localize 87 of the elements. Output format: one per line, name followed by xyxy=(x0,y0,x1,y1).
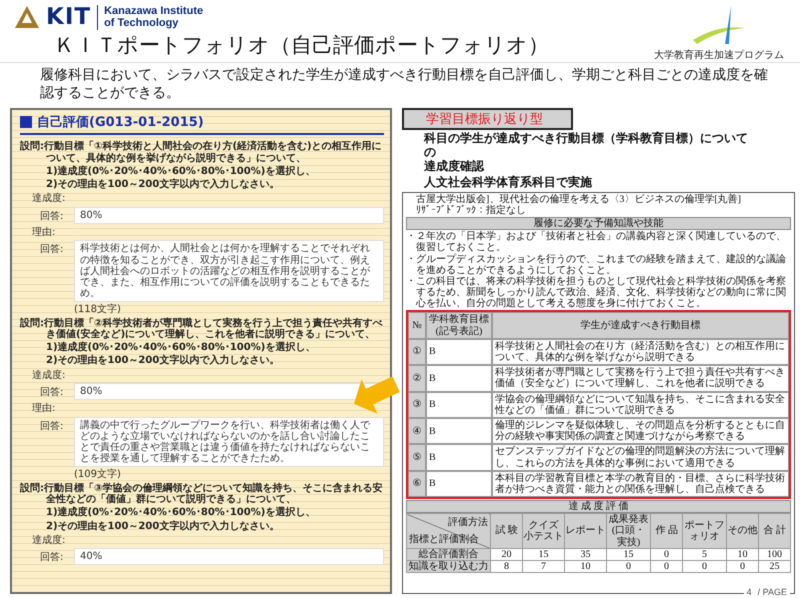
column-header: 作 品 xyxy=(650,514,682,548)
summary-note: 人文社会科学体育系科目で実施 xyxy=(424,176,593,190)
character-count: (109文字) xyxy=(73,469,122,481)
column-header: レポート xyxy=(564,514,606,548)
question-instruction: 1)達成度(0%･20%･40%･60%･80%･100%)を選択し、 xyxy=(45,507,316,518)
reference-text: 古屋大学出版会]、現代社会の倫理を考える〈3〉ビジネスの倫理学[丸善] xyxy=(415,194,742,205)
category-label: 学習目標振り返り型 xyxy=(402,108,573,130)
column-header: ポートフォリオ xyxy=(682,514,726,548)
answer-field[interactable]: 80% xyxy=(74,206,384,224)
column-header: 試 験 xyxy=(490,514,522,548)
corner-header: 評価方法 指標と評価割合 xyxy=(406,514,490,548)
question-instruction: 1)達成度(0%･20%･40%･60%･80%･100%)を選択し、 xyxy=(45,342,316,354)
question-prompt: 設問:行動目標「①科学技術と人間社会の在り方(経済活動を含む)との相互作用について、具体的な例を挙げながら説明できる」について、 xyxy=(20,141,383,164)
table-cell: 本科目の学習教育目標と本学の教育目的・目標、さらに科学技術者が持つべき資質・能力との関係を理解し、自己点検できる xyxy=(492,470,789,498)
column-header: その他 xyxy=(726,514,758,548)
table-cell: B xyxy=(426,418,492,444)
program-logo-text: 大学教育再生加速プログラム xyxy=(654,48,784,62)
table-cell: B xyxy=(426,444,492,471)
summary-text: の xyxy=(424,146,437,160)
row-header: 知識を取り込む力 xyxy=(406,560,490,573)
table-cell: B xyxy=(426,365,492,392)
page-label: / PAGE xyxy=(758,588,787,598)
panel-title: 自己評価(G013-01-2015) xyxy=(37,114,204,132)
table-cell: ④ xyxy=(408,418,426,444)
column-header: № xyxy=(408,312,426,339)
reference-text: ﾘｻﾞｰﾌﾞﾄﾞﾌﾞｯｸ：指定なし xyxy=(415,204,526,216)
question-instruction: 1)達成度(0%･20%･40%･60%･80%･100%)を選択し、 xyxy=(45,166,316,177)
bullet-text: ・グループディスカッションを行うので、これまでの経験を踏まえて、建設的な議論を進めることができるようにしておくこと。 xyxy=(406,254,787,276)
table-cell: 科学技術と人間社会の在り方（経済活動を含む）との相互作用について、具体的な例を挙げながら説明できる xyxy=(492,338,789,366)
summary-text: 達成度確認 xyxy=(424,160,486,174)
column-header: 合 計 xyxy=(758,514,790,548)
table-cell: 10 xyxy=(564,560,606,573)
section-heading: 達 成 度 評 価 xyxy=(406,500,791,514)
table-cell: セブンステップガイドなどの倫理的問題解決の方法について理解し、これらの方法を具体的な事例において適用できる xyxy=(492,444,789,471)
table-cell: 倫理的ジレンマを疑似体験し、その問題点を分析するとともに自分の経験や事実関係の調査と関連づけながら考察できる xyxy=(492,418,789,444)
page-number: 4 xyxy=(746,588,752,598)
square-icon xyxy=(20,116,32,128)
table-cell: B xyxy=(426,470,492,498)
emblem-icon xyxy=(14,5,40,30)
table-cell: 15 xyxy=(606,548,650,560)
answer-label: 回答: xyxy=(40,551,64,564)
table-cell: 0 xyxy=(606,560,650,573)
table-cell: 科学技術者が専門職として実務を行う上で担う責任や共有すべき価値（安全など）について理解し、これを他者に説明できる xyxy=(492,365,789,392)
question-prompt: 設問:行動目標「③学協会の倫理綱領などについて知識を持ち、そこに含まれる安全性などの「価値」群について説明できる」について、 xyxy=(20,482,384,506)
table-cell: ⑥ xyxy=(408,470,426,498)
row-header: 総合評価割合 xyxy=(406,548,490,560)
bullet-text: ・２年次の「日本学」および「技術者と社会」の講義内容と深く関連しているので、復習しておくこと。 xyxy=(406,231,787,254)
table-cell: B xyxy=(426,338,492,366)
column-header: 学生が達成すべき行動目標 xyxy=(492,312,789,339)
slide-title: ＫＩＴポートフォリオ（自己評価ポートフォリオ） xyxy=(54,32,550,59)
field-label: 理由: xyxy=(31,226,56,238)
column-header: 成果発表 (口頭・実技) xyxy=(606,514,650,548)
answer-label: 回答: xyxy=(40,210,64,223)
table-cell: 学協会の倫理綱領などについて知識を持ち、そこに含まれる安全性などの「価値」群について説明できる xyxy=(492,392,789,418)
answer-field[interactable]: 80% xyxy=(74,383,384,400)
question-instruction: 2)その理由を100～200文字以内で入力しなさい。 xyxy=(45,520,280,532)
logo-wordmark: KIT xyxy=(46,6,92,29)
answer-label: 回答: xyxy=(40,420,64,433)
field-label: 達成度: xyxy=(31,534,66,546)
table-cell: 5 xyxy=(682,548,726,560)
answer-label: 回答: xyxy=(40,243,64,256)
column-header: 学科教育目標 (記号表記) xyxy=(426,312,492,339)
table-cell: 0 xyxy=(682,560,726,573)
answer-field[interactable]: 40% xyxy=(74,548,384,566)
table-cell: ② xyxy=(408,365,426,392)
character-count: (118文字) xyxy=(73,304,122,316)
slide-description: 履修科目において、シラバスで設定された学生が達成すべき行動目標を自己評価し、学期ごと科目ごとの達成度を確認することができる。 xyxy=(39,66,769,104)
field-label: 達成度: xyxy=(31,193,66,205)
bullet-text: ・この科目では、将来の科学技術を担うものとして現代社会と科学技術の関係を考察するため、新聞をしっかり読んで政治、経済、文化、科学技術などの動向に常に関心を払い、自分の問題として考える態度を身に付けておくこと。 xyxy=(406,276,787,310)
answer-field[interactable]: 講義の中で行ったグループワークを行い、科学技術者は働く人でどのような立場でいなければならないのかを話し合い討論したことで責任の重さや営業職とは違う価値を持たなければならないことを授業を通して理解することができたため。 xyxy=(74,416,384,468)
field-label: 達成度: xyxy=(31,370,66,381)
question-prompt: 設問:行動目標「②科学技術者が専門職として実務を行う上で担う責任や共有すべき価値(安全など)について理解し、これを他者に説明できる」について、 xyxy=(20,318,384,340)
logo-name: of Technology xyxy=(104,17,180,30)
table-cell: ⑤ xyxy=(408,444,426,471)
summary-text: 科目の学生が達成すべき行動目標（学科教育目標）について xyxy=(424,132,749,146)
table-cell: 7 xyxy=(522,560,564,573)
answer-label: 回答: xyxy=(40,386,64,399)
table-cell: ③ xyxy=(408,392,426,418)
table-cell: ① xyxy=(408,338,426,366)
table-cell: B xyxy=(426,392,492,418)
answer-field[interactable]: 科学技術とは何か、人間社会とは何かを理解することでそれぞれの特徴を知ることができ、双方が引き起こす作用について、例えば人間社会へのロボットの活躍などの相互作用を説明することができ、また、相互作用についての評価を説明することもできるため。 xyxy=(74,240,384,302)
logo-name: Kanazawa Institute xyxy=(104,4,204,18)
field-label: 理由: xyxy=(31,403,56,415)
column-header: クイズ 小テスト xyxy=(522,514,564,548)
question-instruction: 2)その理由を100～200文字以内で入力しなさい。 xyxy=(45,355,280,366)
question-instruction: 2)その理由を100～200文字以内で入力しなさい。 xyxy=(45,178,280,190)
section-heading: 履修に必要な予備知識や技能 xyxy=(406,216,791,230)
